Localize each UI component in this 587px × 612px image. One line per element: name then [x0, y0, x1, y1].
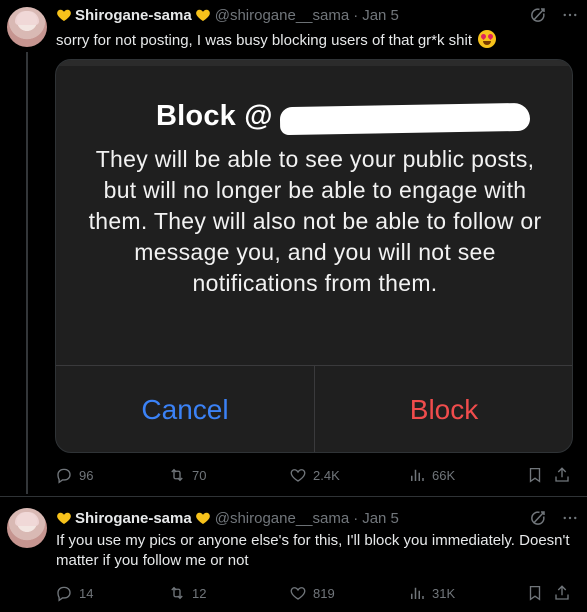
retweet-count: 12 [192, 585, 207, 601]
avatar[interactable] [7, 508, 47, 548]
bookmark-icon [529, 585, 541, 601]
like-icon [290, 587, 306, 600]
bookmark-button[interactable] [526, 465, 544, 485]
display-name[interactable]: Shirogane-sama [75, 7, 192, 24]
media-top-bar [56, 60, 572, 66]
yellow-heart-icon [195, 512, 210, 524]
share-button[interactable] [553, 583, 571, 603]
cancel-button: Cancel [141, 394, 229, 425]
retweet-button[interactable]: 12 [168, 583, 206, 603]
tweet[interactable]: Shirogane-sama @shirogane__sama · Jan 5 … [0, 500, 587, 612]
reply-icon [57, 586, 71, 602]
reply-icon [57, 468, 71, 484]
tweet-top-actions [529, 6, 579, 24]
handle[interactable]: @shirogane__sama [215, 510, 349, 527]
grok-icon[interactable] [529, 509, 547, 527]
thread-line [26, 52, 28, 494]
reply-count: 96 [79, 467, 94, 483]
like-button[interactable]: 2.4K [289, 465, 340, 485]
tweet-text: sorry for not posting, I was busy blocki… [56, 30, 576, 51]
handle[interactable]: @shirogane__sama [215, 7, 349, 24]
tweet[interactable]: Shirogane-sama @shirogane__sama · Jan 5 … [0, 0, 587, 494]
retweet-icon [171, 586, 183, 600]
bookmark-button[interactable] [526, 583, 544, 603]
tweet-top-actions [529, 509, 579, 527]
tweet-media-image[interactable]: Block @ They will be able to see your pu… [55, 59, 573, 453]
views-button[interactable]: 66K [408, 465, 455, 485]
timestamp[interactable]: Jan 5 [362, 510, 399, 527]
retweet-button[interactable]: 70 [168, 465, 206, 485]
heart-eyes-emoji-icon [478, 30, 497, 48]
like-count: 819 [313, 585, 335, 601]
retweet-icon [171, 468, 183, 482]
tweet-actions: 96 70 2.4K 66K [55, 465, 575, 485]
like-button[interactable]: 819 [289, 583, 335, 603]
redaction-mark [279, 102, 531, 136]
tweet-actions: 14 12 819 31K [55, 583, 575, 603]
views-icon [411, 587, 424, 599]
block-button: Block [409, 394, 479, 425]
tweet-header: Shirogane-sama @shirogane__sama · Jan 5 [56, 508, 399, 528]
dialog-message: They will be able to see your public pos… [88, 146, 542, 296]
yellow-heart-icon [57, 512, 71, 524]
yellow-heart-icon [57, 9, 71, 21]
like-icon [290, 469, 306, 482]
tweet-header: Shirogane-sama @shirogane__sama · Jan 5 [56, 5, 399, 25]
more-icon[interactable] [561, 6, 579, 24]
reply-count: 14 [79, 585, 94, 601]
share-button[interactable] [553, 465, 571, 485]
display-name[interactable]: Shirogane-sama [75, 510, 192, 527]
share-icon [555, 467, 569, 482]
tweet-text-content: sorry for not posting, I was busy blocki… [56, 32, 473, 49]
tweet-divider [0, 496, 587, 497]
views-count: 66K [432, 467, 456, 483]
views-button[interactable]: 31K [408, 583, 455, 603]
tweet-text: If you use my pics or anyone else's for … [56, 532, 570, 569]
views-icon [411, 469, 424, 481]
views-count: 31K [432, 585, 456, 601]
separator: · [353, 509, 359, 527]
timestamp[interactable]: Jan 5 [362, 7, 399, 24]
share-icon [555, 585, 569, 600]
grok-icon[interactable] [529, 6, 547, 24]
dialog-title: Block @ [156, 100, 273, 132]
more-icon[interactable] [561, 509, 579, 527]
like-count: 2.4K [313, 467, 340, 483]
bookmark-icon [529, 467, 541, 483]
avatar[interactable] [7, 7, 47, 47]
retweet-count: 70 [192, 467, 207, 483]
reply-button[interactable]: 96 [55, 465, 93, 485]
separator: · [353, 6, 359, 24]
reply-button[interactable]: 14 [55, 583, 93, 603]
yellow-heart-icon [195, 9, 210, 21]
